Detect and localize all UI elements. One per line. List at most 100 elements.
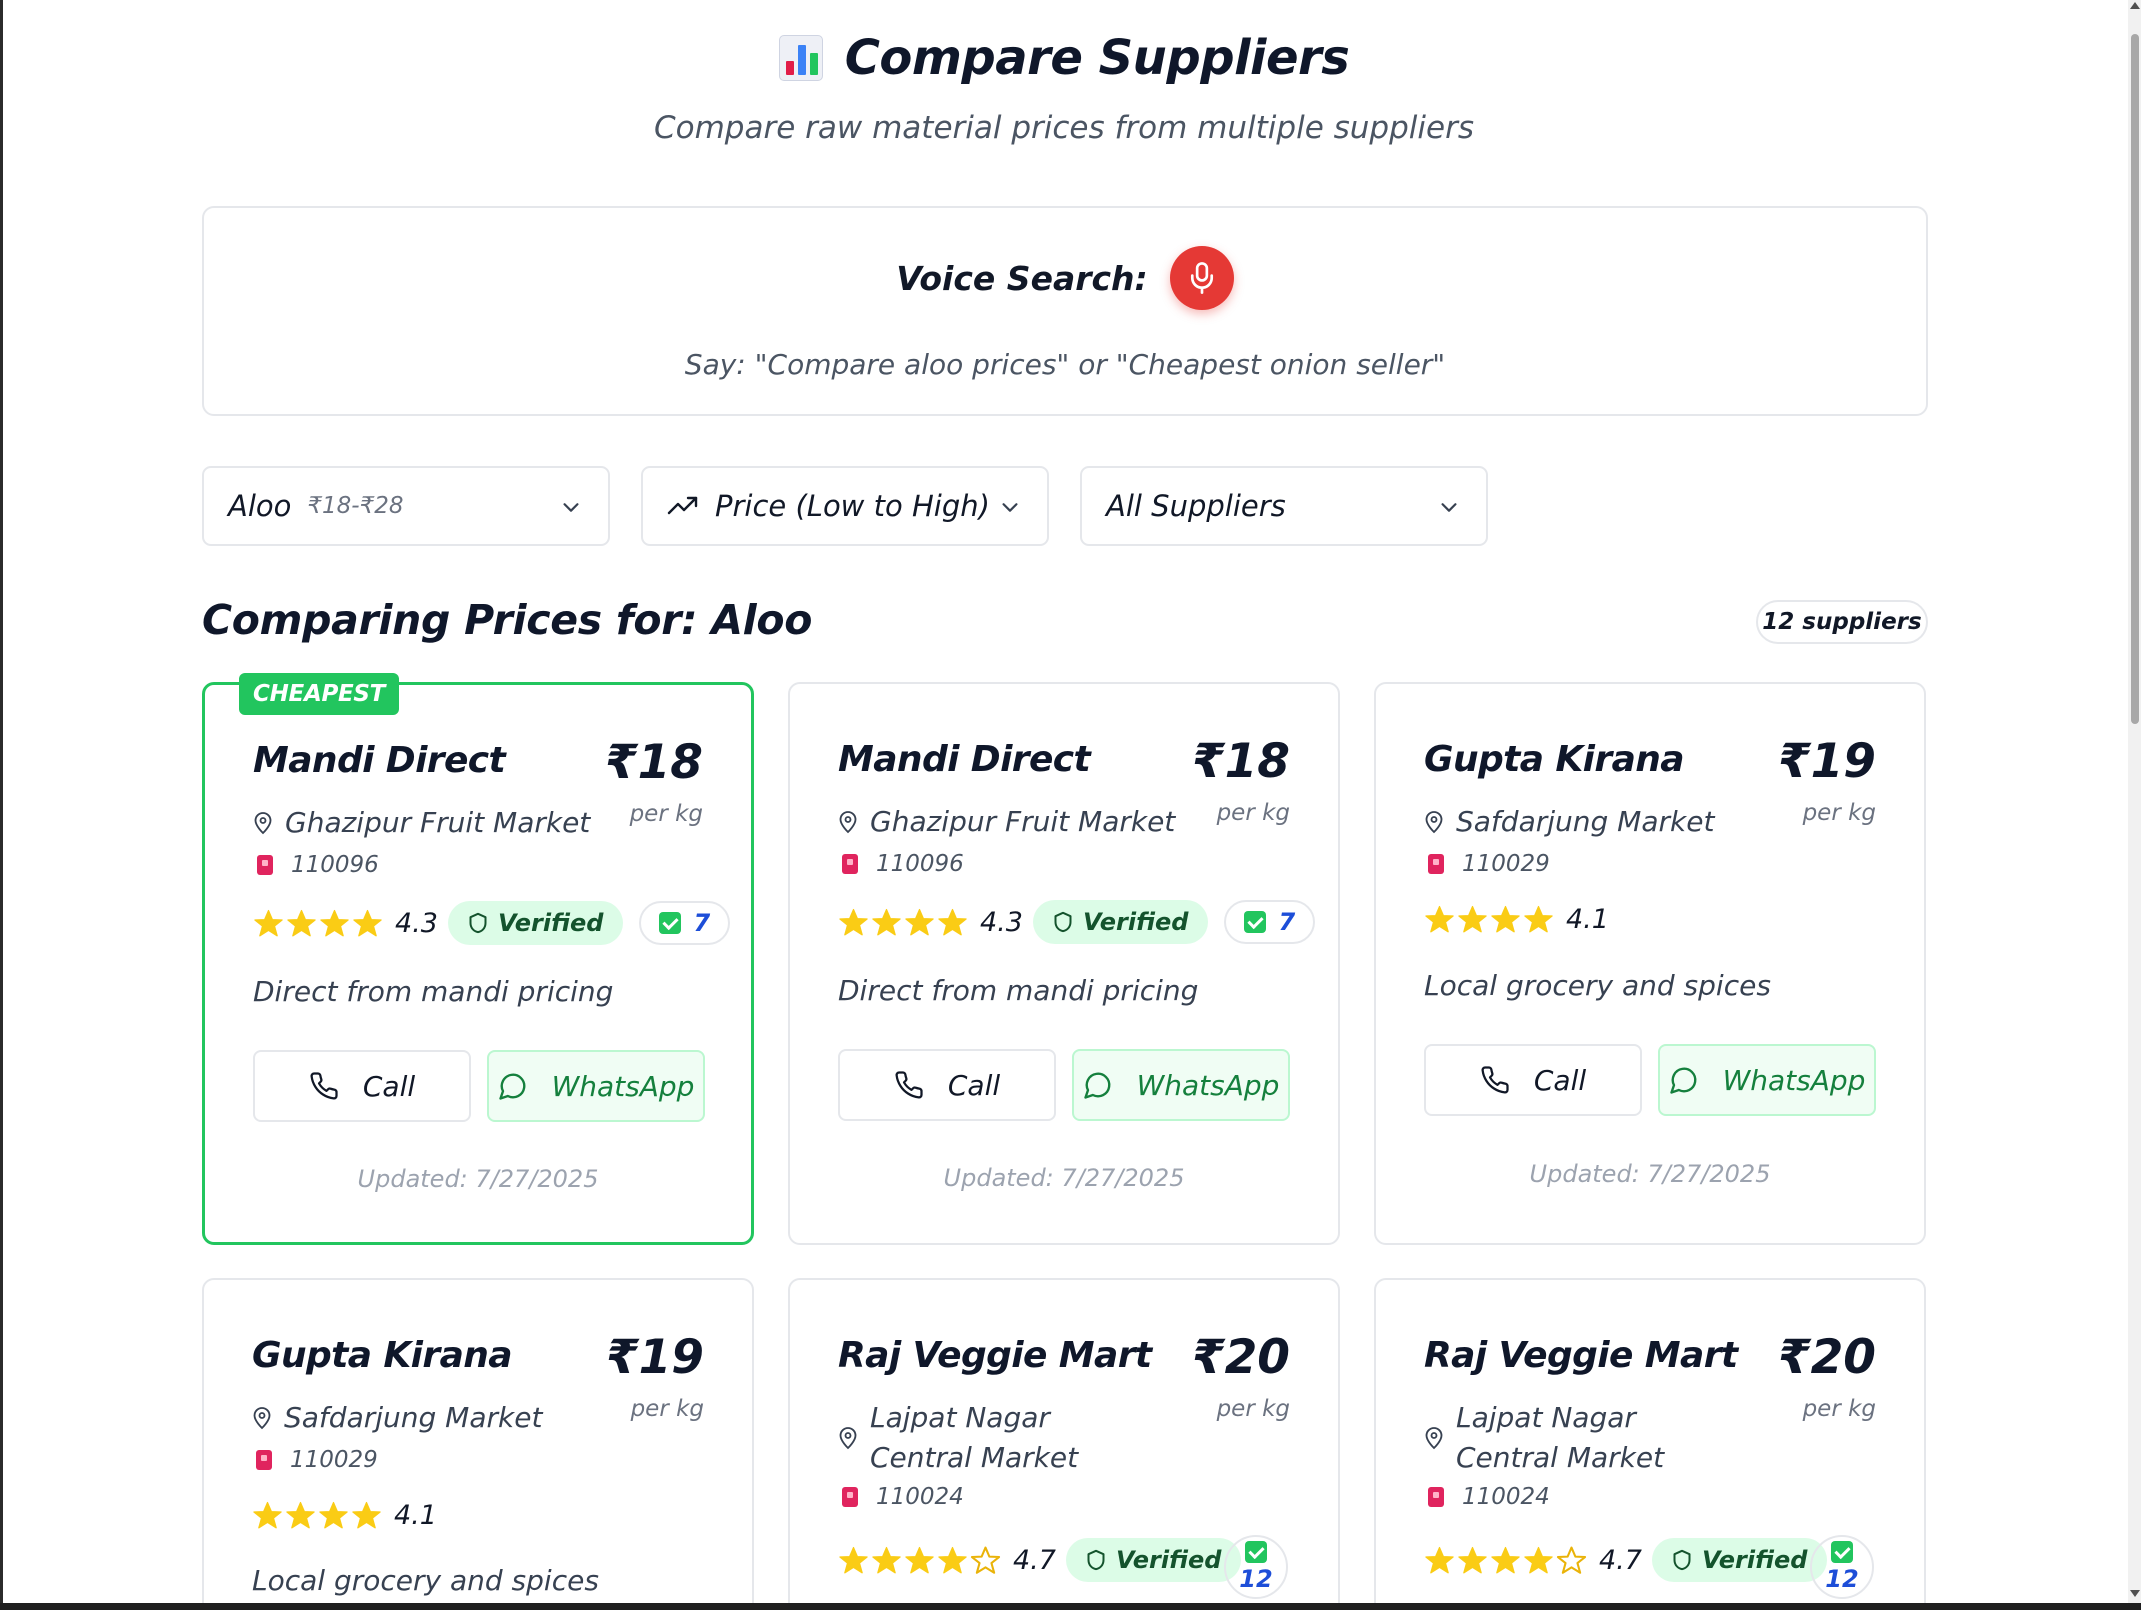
rating-row: 4.3 Verified 7 [838,900,1316,944]
item-price-range: ₹18-₹28 [307,493,404,519]
rating-value: 4.7 [1599,1544,1642,1576]
trending-up-icon [667,496,698,515]
rating-row: 4.1 [1424,904,1609,935]
scroll-up-arrow-icon[interactable] [2130,2,2140,9]
vertical-scrollbar[interactable] [2128,0,2141,1603]
updated-date: Updated: 7/27/2025 [943,1164,1185,1192]
supplier-name: Mandi Direct [838,739,1091,780]
postbox-icon [842,854,858,874]
checkbox-icon [1245,1541,1267,1563]
postbox-icon [257,855,273,875]
star-filled-icon [1524,905,1553,933]
star-filled-icon [839,908,868,935]
verified-label: Verified [1115,1546,1222,1574]
supplier-card: Mandi Direct ₹18 per kg Ghazipur Fruit M… [788,682,1340,1245]
page: Compare Suppliers Compare raw material p… [0,0,2128,1603]
checkbox-icon [1831,1541,1853,1563]
star-filled-icon [254,909,283,936]
rating-value: 4.1 [1566,904,1609,935]
star-filled-icon [1491,905,1520,933]
star-filled-icon [353,909,382,936]
star-filled-icon [938,1546,967,1573]
rating-row: 4.7 Verified [1424,1538,1828,1582]
pincode-value: 110024 [876,1484,964,1510]
item-select[interactable]: Aloo ₹18-₹28 [202,466,610,546]
star-filled-icon [253,1501,282,1529]
supplier-card: Gupta Kirana ₹19 per kg Safdarjung Marke… [1374,682,1926,1245]
supplier-price: ₹19 [1777,734,1876,789]
checks-count: 12 [1239,1565,1273,1593]
page-title: Compare Suppliers [844,30,1350,86]
star-filled-icon [905,1546,934,1573]
pincode: 110024 [842,1484,964,1510]
market-location: Safdarjung Market [252,1398,592,1438]
verified-label: Verified [1701,1546,1808,1574]
market-location: Lajpat Nagar Central Market [1424,1398,1724,1478]
checks-badge: 7 [1224,900,1316,944]
verified-badge: Verified [1032,900,1209,944]
whatsapp-button[interactable]: WhatsApp [1658,1044,1876,1116]
supplier-description: Local grocery and spices [1424,969,1771,1002]
chevron-down-icon [1441,503,1457,512]
phone-icon [310,1072,338,1100]
supplier-name: Mandi Direct [253,740,506,781]
star-rating [838,1545,1001,1576]
market-name: Safdarjung Market [284,1401,543,1434]
title-row: Compare Suppliers [0,30,2128,86]
call-button[interactable]: Call [1424,1044,1642,1116]
checkbox-icon [659,912,682,934]
price-unit: per kg [1802,1396,1876,1422]
star-filled-icon [872,908,901,935]
checks-badge: 12 [1810,1535,1874,1599]
map-pin-icon [839,1427,857,1450]
scrollbar-thumb[interactable] [2131,34,2139,724]
supplier-price: ₹18 [1191,734,1290,789]
market-name: Lajpat Nagar Central Market [1456,1401,1665,1474]
supplier-name: Raj Veggie Mart [838,1335,1152,1376]
star-filled-icon [872,1546,901,1573]
star-filled-icon [1458,905,1487,933]
supplier-price: ₹18 [604,735,703,790]
star-filled-icon [1425,1546,1454,1573]
market-name: Lajpat Nagar Central Market [870,1401,1079,1474]
star-filled-icon [1491,1546,1520,1573]
updated-date: Updated: 7/27/2025 [1529,1160,1771,1188]
checks-badge: 7 [639,901,731,945]
shield-icon [1087,1549,1105,1571]
whatsapp-button[interactable]: WhatsApp [1072,1049,1290,1121]
rating-value: 4.3 [980,906,1023,938]
market-location: Ghazipur Fruit Market [838,802,1178,842]
call-button[interactable]: Call [253,1050,471,1122]
chevron-down-icon [563,503,579,512]
pincode-value: 110096 [876,851,964,877]
whatsapp-button[interactable]: WhatsApp [487,1050,705,1122]
sort-select[interactable]: Price (Low to High) [641,466,1049,546]
checkbox-icon [1244,911,1267,933]
price-unit: per kg [1216,800,1290,826]
call-button[interactable]: Call [838,1049,1056,1121]
rating-row: 4.3 Verified 7 [253,901,731,945]
price-unit: per kg [630,1396,704,1422]
star-filled-icon [320,909,349,936]
star-filled-icon [1524,1546,1553,1573]
postbox-icon [256,1450,272,1470]
supplier-description: Direct from mandi pricing [253,975,614,1008]
star-filled-icon [286,1501,315,1529]
supplier-name: Raj Veggie Mart [1424,1335,1738,1376]
star-filled-icon [1458,1546,1487,1573]
pincode: 110096 [842,851,964,877]
call-label: Call [362,1069,416,1103]
verified-badge: Verified [1065,1538,1242,1582]
chevron-down-icon [1002,503,1018,512]
star-rating [1424,904,1554,935]
star-filled-icon [839,1546,868,1573]
phone-icon [895,1071,923,1099]
scroll-down-arrow-icon[interactable] [2130,1590,2140,1597]
supplier-filter-select[interactable]: All Suppliers [1080,466,1488,546]
supplier-name: Gupta Kirana [252,1335,513,1376]
chat-bubble-icon [1669,1067,1696,1094]
microphone-button[interactable] [1169,246,1234,310]
star-filled-icon [319,1501,348,1529]
supplier-description: Direct from mandi pricing [838,974,1199,1007]
star-outline-icon [1556,1546,1587,1574]
